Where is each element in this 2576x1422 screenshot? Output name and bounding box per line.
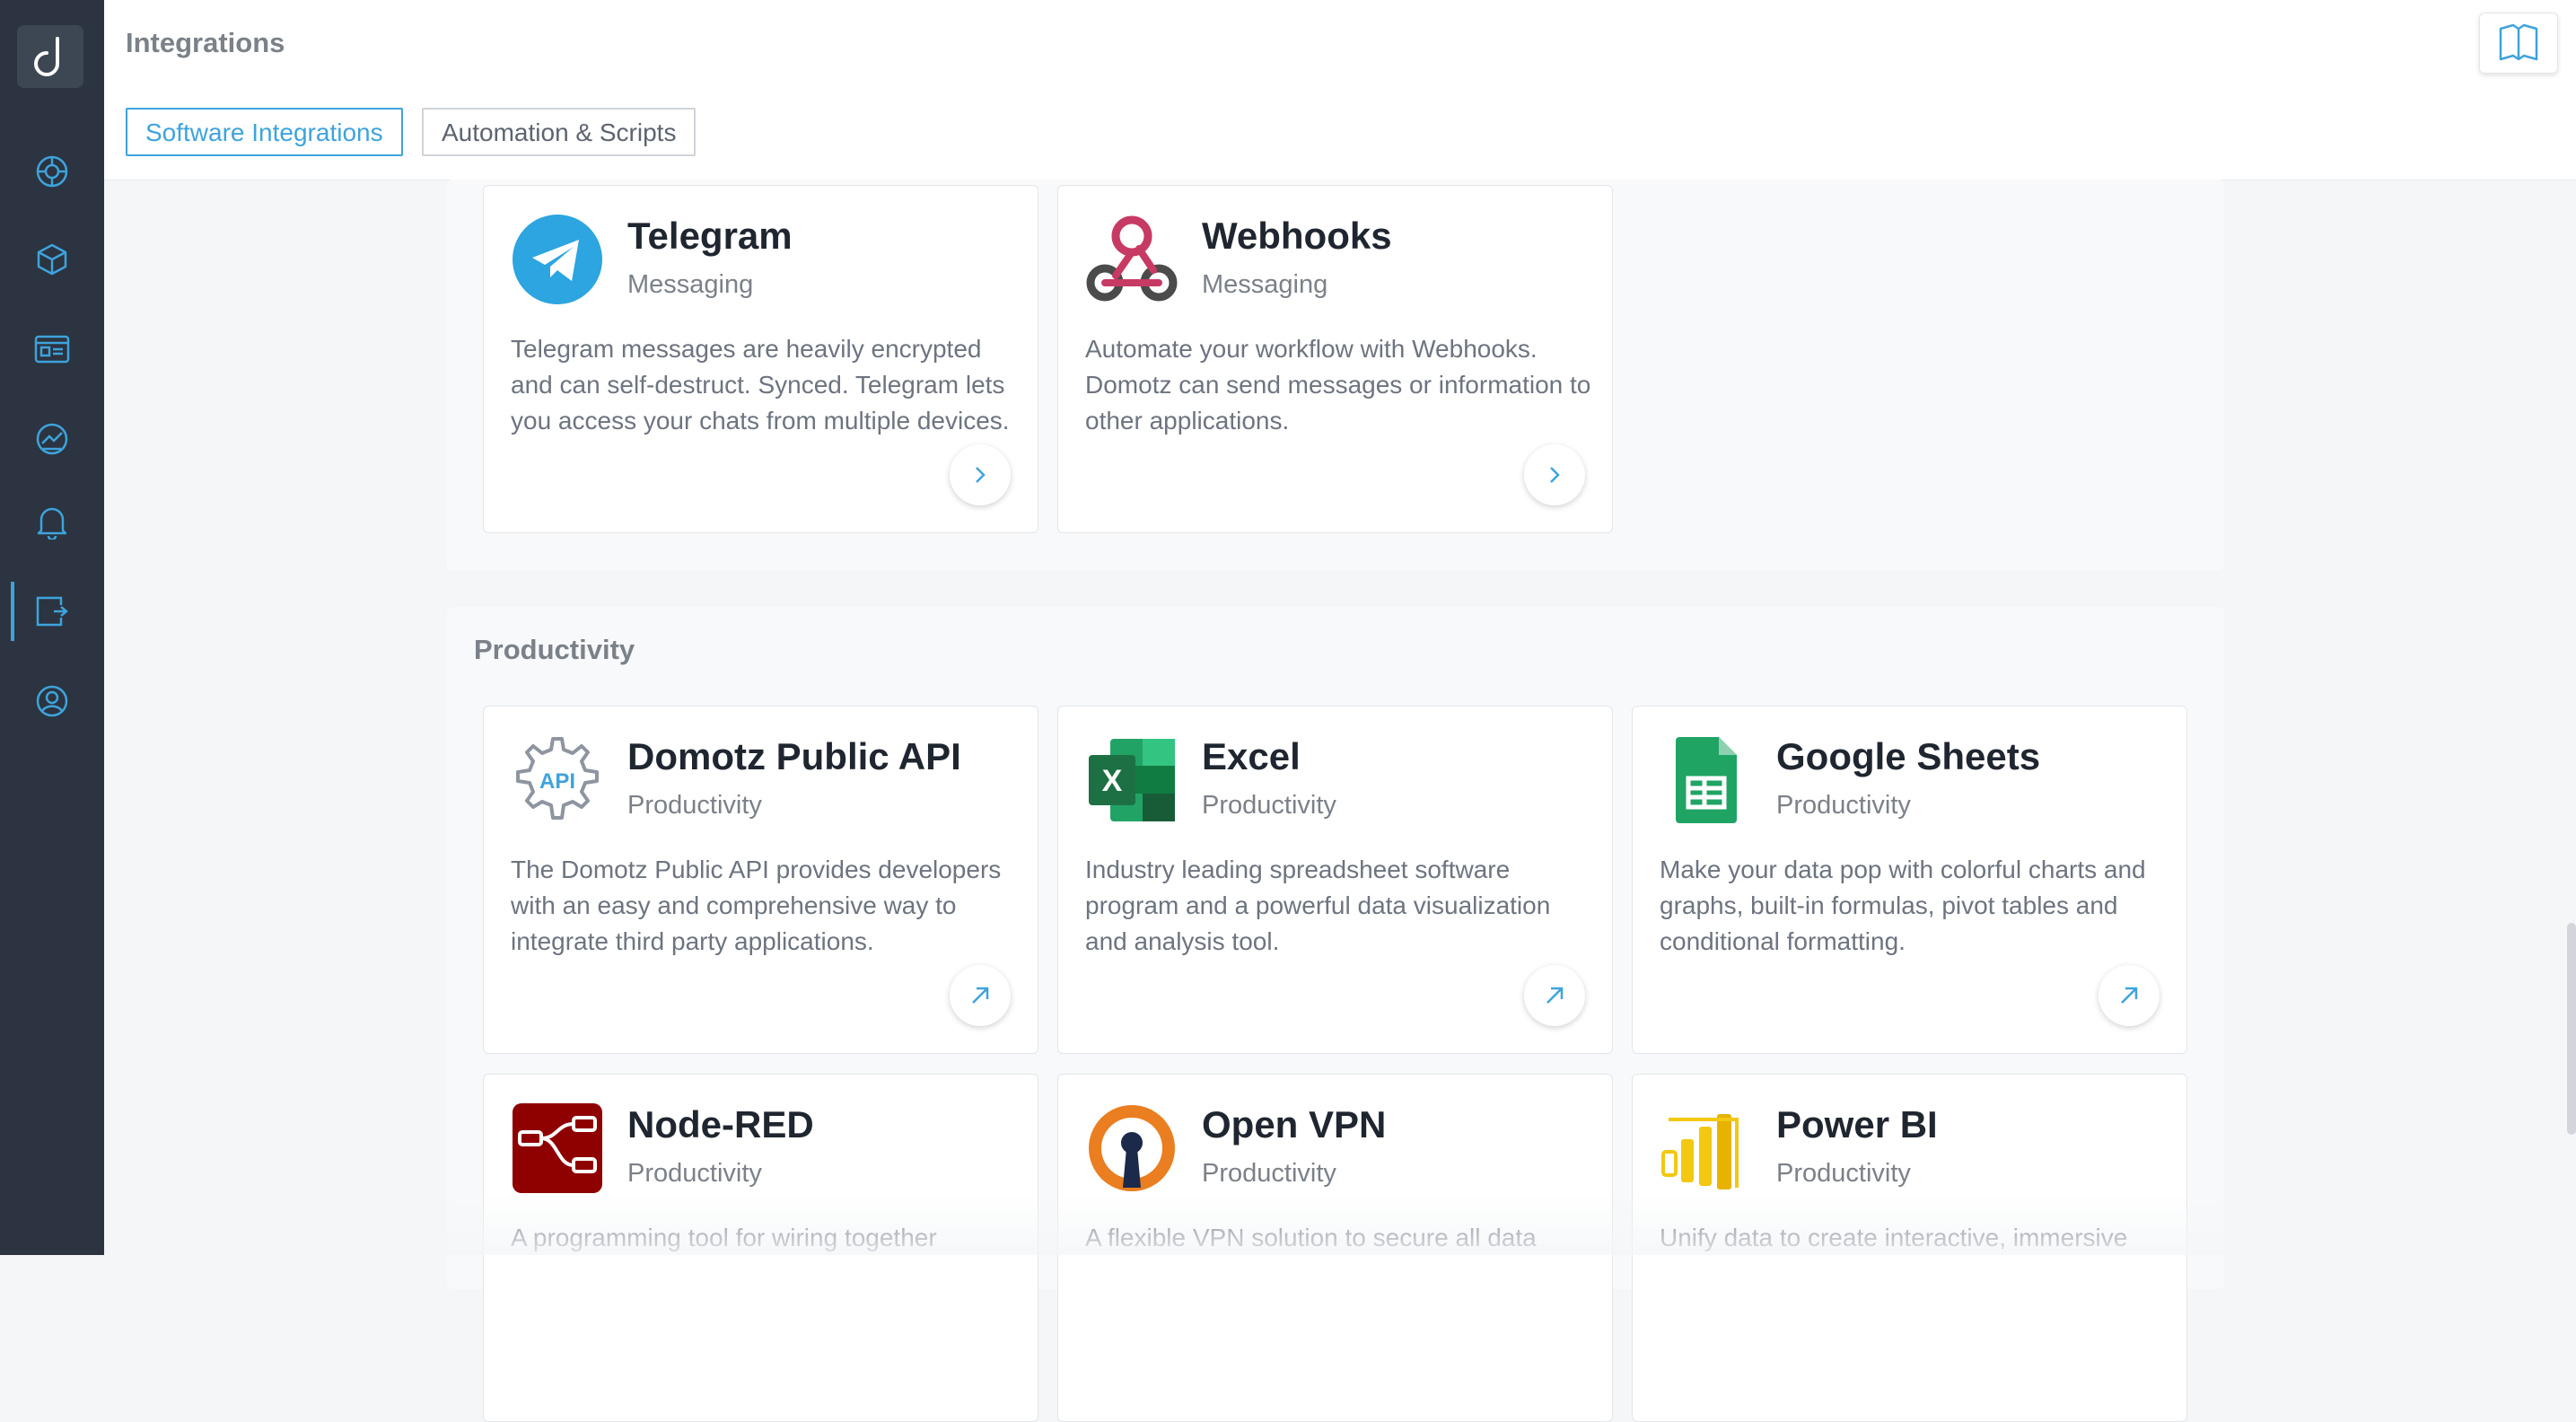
external-link-button[interactable]: [1524, 965, 1585, 1026]
openvpn-logo-icon: [1089, 1105, 1175, 1191]
card-description: A programming tool for wiring together: [511, 1224, 937, 1251]
api-logo-text: API: [539, 769, 575, 794]
card-title: Webhooks: [1202, 215, 1392, 257]
sidebar: [0, 0, 104, 1255]
section-title: Productivity: [474, 634, 635, 665]
external-link-button[interactable]: [950, 965, 1011, 1026]
user-account-icon: [36, 685, 68, 717]
integration-card-telegram[interactable]: Telegram Messaging Telegram messages are…: [483, 185, 1038, 533]
chevron-right-icon: [976, 467, 986, 483]
integration-card-node-red[interactable]: Node-RED Productivity A programming tool…: [483, 1074, 1038, 1422]
sidebar-item-monitoring[interactable]: [0, 409, 104, 469]
card-title: Power BI: [1776, 1103, 1938, 1146]
sidebar-item-network[interactable]: [0, 142, 104, 201]
card-description: A flexible VPN solution to secure all da…: [1085, 1224, 1537, 1251]
card-title: Open VPN: [1202, 1103, 1387, 1146]
docs-button[interactable]: [2479, 13, 2558, 74]
cube-icon: [37, 243, 67, 276]
productivity-section: Productivity API Domotz Public API Produ…: [447, 607, 2224, 1422]
card-description: Telegram messages are heavily encrypted …: [511, 335, 1010, 434]
sidebar-item-alerts[interactable]: [0, 492, 104, 551]
excel-logo-text: X: [1102, 764, 1123, 798]
sidebar-item-devices[interactable]: [0, 230, 104, 289]
domotz-logo[interactable]: [17, 25, 83, 88]
integration-card-power-bi[interactable]: Power BI Productivity Unify data to crea…: [1632, 1074, 2187, 1422]
card-title: Domotz Public API: [627, 735, 961, 777]
card-category: Messaging: [1202, 270, 1328, 299]
tab-automation-scripts[interactable]: Automation & Scripts: [422, 108, 697, 156]
sidebar-item-integrations[interactable]: [0, 582, 104, 641]
page-title: Integrations: [126, 27, 285, 58]
card-category: Productivity: [627, 791, 762, 820]
card-category: Productivity: [627, 1159, 762, 1188]
integration-card-excel[interactable]: X Excel Productivity Industry leading sp…: [1057, 706, 1613, 1054]
monitor-gauge-icon: [36, 423, 68, 455]
power-bi-logo-icon: [1661, 1114, 1739, 1189]
sidebar-item-dashboard[interactable]: [0, 320, 104, 379]
card-category: Productivity: [1776, 791, 1911, 820]
webhooks-logo-icon: [1086, 215, 1178, 302]
telegram-logo-icon: [513, 215, 602, 304]
integration-card-google-sheets[interactable]: Google Sheets Productivity Make your dat…: [1632, 706, 2187, 1054]
sidebar-item-account[interactable]: [0, 672, 104, 731]
card-description: Unify data to create interactive, immers…: [1660, 1224, 2128, 1251]
node-red-logo-icon: [513, 1103, 602, 1193]
google-sheets-logo-icon: [1676, 737, 1737, 823]
dashboard-card-icon: [34, 335, 70, 364]
excel-logo-icon: X: [1089, 739, 1175, 821]
card-description: Industry leading spreadsheet software pr…: [1085, 856, 1551, 955]
integrations-plug-icon: [36, 596, 68, 627]
tab-software-integrations[interactable]: Software Integrations: [126, 108, 403, 156]
card-title: Node-RED: [627, 1103, 814, 1146]
external-link-icon: [972, 987, 989, 1004]
card-title: Excel: [1202, 735, 1301, 777]
card-category: Messaging: [627, 270, 754, 299]
book-open-icon: [2499, 23, 2538, 61]
network-globe-icon: [36, 155, 68, 188]
external-link-button[interactable]: [2098, 965, 2160, 1026]
card-category: Productivity: [1202, 791, 1336, 820]
card-description: Make your data pop with colorful charts …: [1660, 856, 2146, 955]
messaging-section: Telegram Messaging Telegram messages are…: [447, 180, 2224, 571]
page-header: Integrations Software Integrations Autom…: [104, 0, 2576, 180]
bell-icon: [37, 507, 67, 540]
api-gear-logo-icon: API: [516, 737, 599, 820]
card-category: Productivity: [1202, 1159, 1336, 1188]
external-link-icon: [2121, 987, 2138, 1004]
integration-card-open-vpn[interactable]: Open VPN Productivity A flexible VPN sol…: [1057, 1074, 1613, 1422]
card-description: Automate your workflow with Webhooks. Do…: [1085, 335, 1591, 434]
integration-card-webhooks[interactable]: Webhooks Messaging Automate your workflo…: [1057, 185, 1613, 533]
integration-card-domotz-api[interactable]: API Domotz Public API Productivity The D…: [483, 706, 1038, 1054]
open-integration-button[interactable]: [950, 444, 1011, 505]
external-link-icon: [1546, 987, 1564, 1004]
card-title: Google Sheets: [1776, 735, 2041, 777]
chevron-right-icon: [1550, 467, 1560, 483]
card-category: Productivity: [1776, 1159, 1911, 1188]
domotz-logo-icon: [34, 37, 59, 76]
card-description: The Domotz Public API provides developer…: [511, 856, 1002, 955]
open-integration-button[interactable]: [1524, 444, 1585, 505]
card-title: Telegram: [627, 215, 793, 257]
scrollbar[interactable]: [2567, 923, 2576, 1135]
